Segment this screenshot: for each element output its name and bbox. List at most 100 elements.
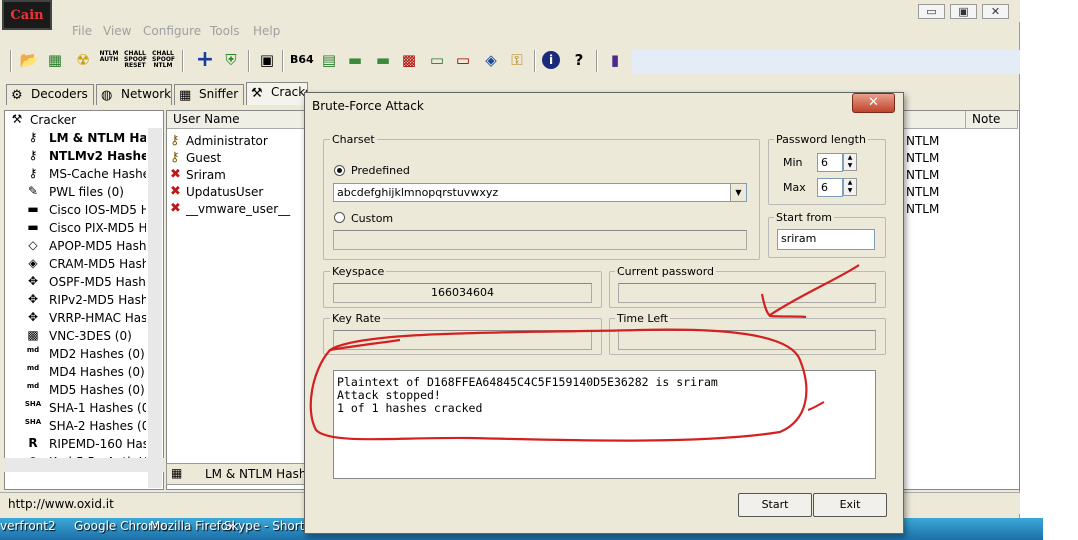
column-header-username[interactable]: User Name [167,111,307,129]
start-from-label: Start from [774,211,834,224]
toolbar-separator [248,50,250,72]
user-name-cell[interactable]: Sriram [186,168,226,182]
start-from-input[interactable]: sriram [777,229,875,250]
tab-network[interactable]: ◍ Network [96,84,172,105]
sheet-icon[interactable]: ▤ [318,48,340,72]
predefined-radio[interactable] [334,165,345,176]
user-name-cell[interactable]: Guest [186,151,221,165]
tab-decoders[interactable]: ⚙ Decoders [6,84,94,105]
ntlm-auth-icon[interactable]: NTLM AUTH [98,51,120,63]
menu-configure[interactable]: Configure [143,24,201,38]
desktop-item-firefox[interactable]: Mozilla Firefox [150,519,235,533]
keyspace-value: 166034604 [333,283,592,303]
tree-item[interactable]: VNC-3DES (0) [49,329,146,343]
start-button[interactable]: Start [738,493,812,517]
key-icon[interactable]: ⚿ [506,48,528,72]
shield-icon[interactable]: ⛨ [220,48,242,72]
min-spinner[interactable]: ▲ ▼ [843,153,857,171]
tree-horizontal-scrollbar[interactable] [4,458,164,472]
tree-root[interactable]: Cracker [30,113,148,127]
open-folder-icon[interactable]: 📂 [18,48,40,72]
close-button[interactable]: ✕ [982,4,1009,19]
menu-view[interactable]: View [103,24,131,38]
tab-label: Cracker [271,85,307,99]
key-rate-label: Key Rate [330,312,383,325]
charset-select[interactable]: abcdefghijklmnopqrstuvwxyz [333,183,747,202]
exit-door-icon[interactable]: ▮ [604,48,626,72]
charset-label: Charset [330,133,377,146]
chall-spoof-ntlm-icon[interactable]: CHALL SPOOF NTLM [152,51,175,69]
sha1-icon: SHA [24,400,42,408]
tree-scrollbar[interactable] [148,128,162,488]
column-header-note[interactable]: Note [966,111,1018,129]
radiation-icon[interactable]: ☢ [72,48,94,72]
help-icon[interactable]: ? [568,48,590,72]
tree-item[interactable]: MD2 Hashes (0) [49,347,146,361]
exit-button[interactable]: Exit [813,493,887,517]
info-icon[interactable]: i [542,51,560,69]
dialog-title: Brute-Force Attack [312,99,424,113]
chevron-down-icon[interactable]: ▼ [730,184,746,201]
chall-spoof-reset-icon[interactable]: CHALL SPOOF RESET [124,51,147,69]
menu-help[interactable]: Help [253,24,280,38]
tree-item[interactable]: NTLMv2 Hashes [49,149,146,163]
tree-item[interactable]: SHA-1 Hashes (0) [49,401,146,415]
attack-output-log[interactable]: Plaintext of D168FFEA64845C4C5F159140D5E… [333,370,876,479]
tree-item[interactable]: MS-Cache Hashes [49,167,146,181]
diamond-icon: ◇ [28,238,38,252]
tree-item[interactable]: CRAM-MD5 Hashes [49,257,146,271]
sniffer-icon: ▦ [179,88,192,103]
custom-charset-field[interactable] [333,230,747,250]
user-name-cell[interactable]: Administrator [186,134,268,148]
red-box-icon[interactable]: ▭ [452,48,474,72]
toolbar-separator [10,50,12,72]
max-length-input[interactable]: 6 [817,178,843,197]
dialog-close-button[interactable]: ✕ [852,93,895,113]
tree-item[interactable]: PWL files (0) [49,185,146,199]
tree-item[interactable]: LM & NTLM Hashes [49,131,146,145]
tree-item[interactable]: RIPv2-MD5 Hashes [49,293,146,307]
max-spinner[interactable]: ▲ ▼ [843,178,857,196]
tree-item[interactable]: VRRP-HMAC Hashes [49,311,146,325]
menu-tools[interactable]: Tools [210,24,240,38]
minimize-button[interactable]: ▭ [918,4,945,19]
network-card-icon[interactable]: ▦ [44,48,66,72]
tree-item[interactable]: Cisco PIX-MD5 Hashes [49,221,146,235]
tree-item[interactable]: SHA-2 Hashes (0) [49,419,146,433]
green-box-icon[interactable]: ▭ [426,48,448,72]
max-value: 6 [821,181,828,194]
cracker-icon: ⚒ [11,112,23,126]
tree-item[interactable]: Cisco IOS-MD5 Hashes [49,203,146,217]
desktop-item[interactable]: verfront2 [0,519,56,533]
green-tool-icon[interactable]: ▬ [344,48,366,72]
user-name-cell[interactable]: UpdatusUser [186,185,263,199]
tab-lm-ntlm-hashes[interactable]: ▦ LM & NTLM Hashes [166,463,320,485]
cube-icon[interactable]: ◈ [480,48,502,72]
custom-radio[interactable] [334,212,345,223]
tree-item[interactable]: MD5 Hashes (0) [49,383,146,397]
user-name-cell[interactable]: __vmware_user__ [186,202,290,216]
green-tool-icon[interactable]: ▬ [372,48,394,72]
base64-icon[interactable]: B64 [290,48,314,72]
tree-item[interactable]: MD4 Hashes (0) [49,365,146,379]
bottom-tab-label: LM & NTLM Hashes [205,467,321,481]
certificate-icon[interactable]: ▣ [256,48,278,72]
tree-item[interactable]: OSPF-MD5 Hashes [49,275,146,289]
min-length-input[interactable]: 6 [817,153,843,172]
cross-arrows-icon: ✥ [27,292,39,306]
sha2-icon: SHA [24,418,42,426]
cross-arrows-icon: ✥ [27,310,39,324]
toolbar-separator [282,50,284,72]
add-icon[interactable]: + [194,48,216,72]
tree-item[interactable]: APOP-MD5 Hashes [49,239,146,253]
hash-type-cell: NTLM [906,168,940,182]
rc-icon[interactable]: ▩ [398,48,420,72]
toolbar-filler [632,50,1020,74]
tree-item[interactable]: RIPEMD-160 Hashes [49,437,146,451]
decoder-icon: ⚙ [11,88,23,103]
maximize-button[interactable]: ▣ [950,4,977,19]
tab-sniffer[interactable]: ▦ Sniffer [174,84,244,105]
column-header-type[interactable] [900,111,966,129]
tab-cracker[interactable]: ⚒ Cracker [246,82,308,105]
menu-file[interactable]: File [72,24,92,38]
